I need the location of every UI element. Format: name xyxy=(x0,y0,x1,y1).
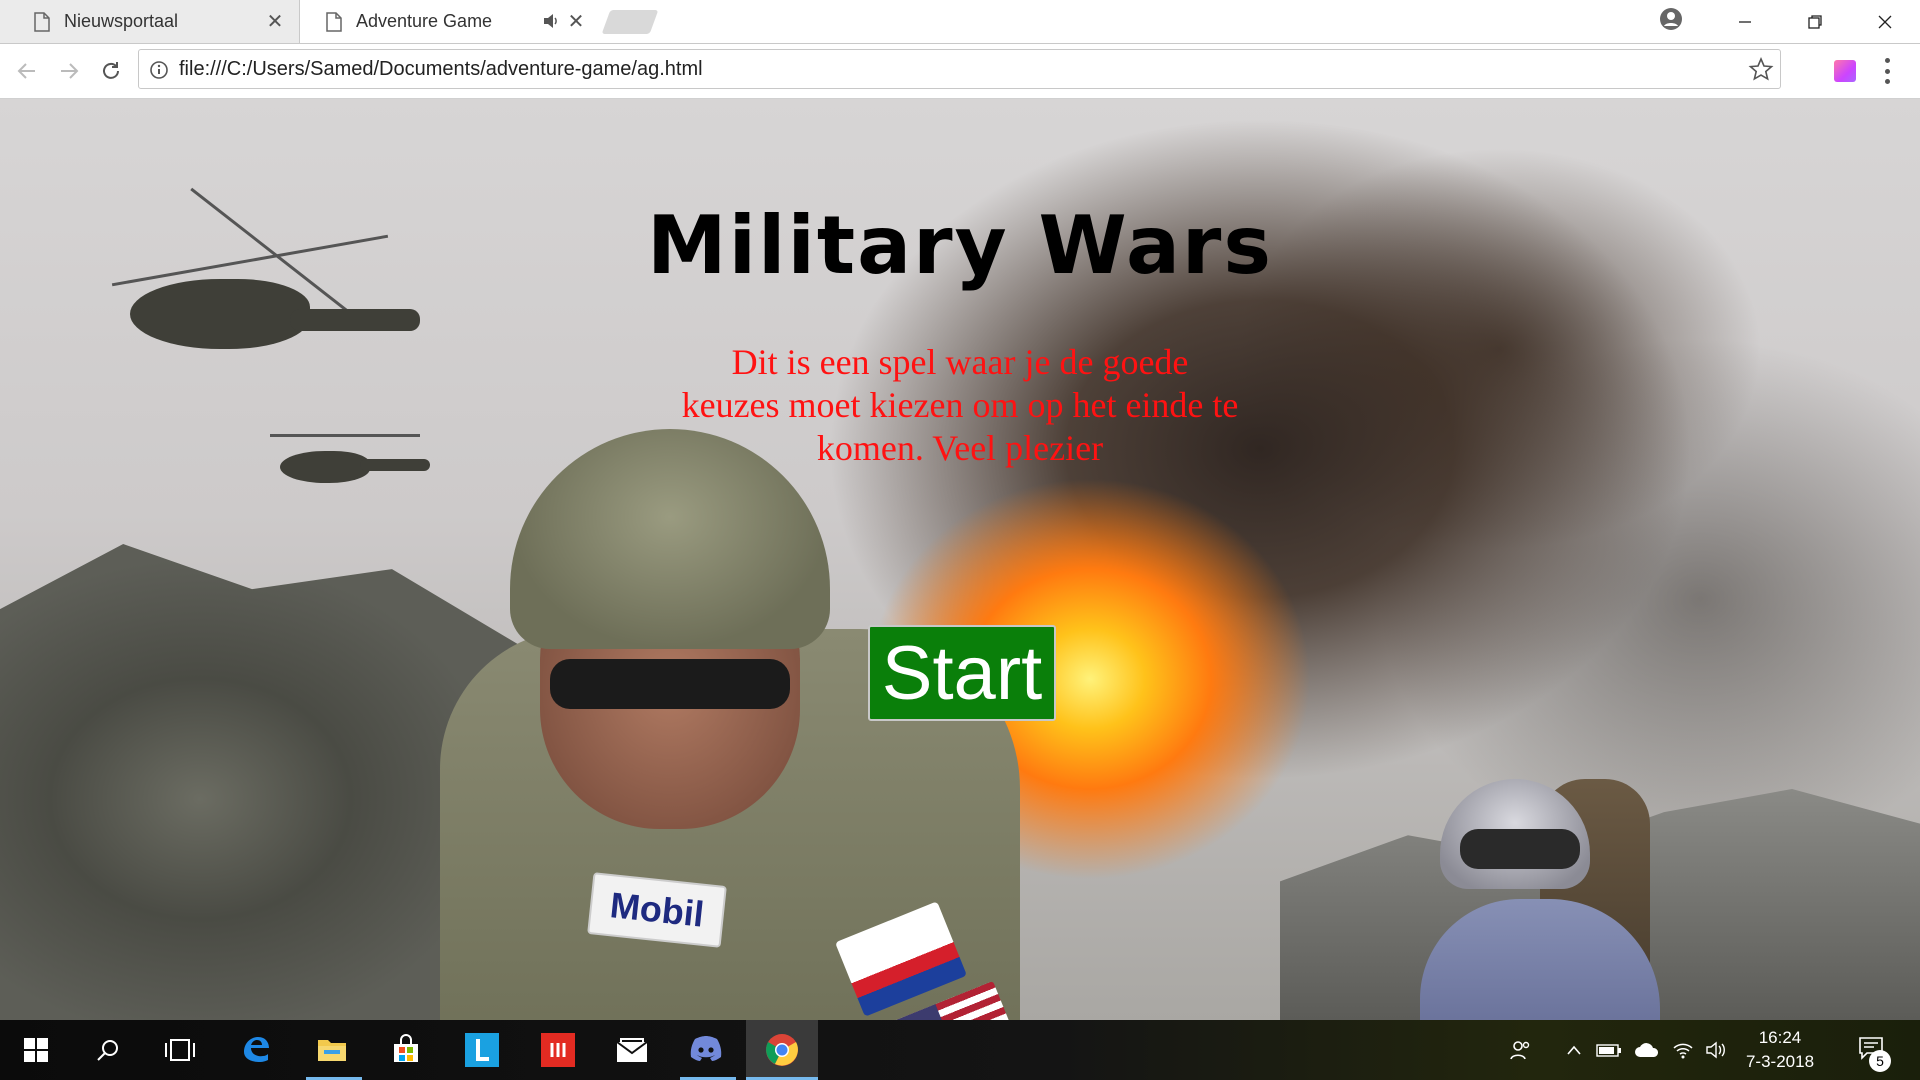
restore-button[interactable] xyxy=(1780,0,1850,43)
start-button[interactable]: Start xyxy=(868,625,1056,721)
file-explorer-icon[interactable] xyxy=(310,1028,354,1072)
windows-start-icon[interactable] xyxy=(14,1028,58,1072)
system-clock[interactable]: 16:24 7-3-2018 xyxy=(1730,1026,1830,1074)
forward-arrow-icon[interactable] xyxy=(56,58,82,84)
windows-taskbar: 16:24 7-3-2018 5 xyxy=(0,1020,1920,1080)
profile-icon[interactable] xyxy=(1658,6,1684,32)
info-icon[interactable] xyxy=(149,60,169,80)
bookmark-star-icon[interactable] xyxy=(1748,56,1774,82)
game-title: Military Wars xyxy=(647,199,1273,292)
back-arrow-icon[interactable] xyxy=(14,58,40,84)
l-app-icon[interactable] xyxy=(460,1028,504,1072)
clock-time: 16:24 xyxy=(1758,1028,1802,1047)
url-text: file:///C:/Users/Samed/Documents/adventu… xyxy=(179,58,703,80)
red-app-icon[interactable] xyxy=(536,1028,580,1072)
page-icon xyxy=(326,11,344,32)
minimize-button[interactable] xyxy=(1710,0,1780,43)
people-icon[interactable] xyxy=(1508,1038,1534,1062)
mail-icon[interactable] xyxy=(610,1028,654,1072)
volume-icon[interactable] xyxy=(1704,1038,1730,1062)
onedrive-cloud-icon[interactable] xyxy=(1634,1038,1660,1062)
reload-icon[interactable] xyxy=(98,58,124,84)
tab-strip: Nieuwsportaal ✕ Adventure Game ✕ xyxy=(0,0,1920,44)
browser-window: Nieuwsportaal ✕ Adventure Game ✕ file://… xyxy=(0,0,1920,1080)
tab-nieuwsportaal[interactable]: Nieuwsportaal ✕ xyxy=(0,0,300,43)
browser-toolbar: file:///C:/Users/Samed/Documents/adventu… xyxy=(0,44,1920,99)
new-tab-button[interactable] xyxy=(601,10,659,34)
close-tab-icon[interactable]: ✕ xyxy=(265,11,285,33)
extension-icon[interactable] xyxy=(1834,60,1856,82)
tab-adventure-game[interactable]: Adventure Game ✕ xyxy=(300,0,600,43)
search-icon[interactable] xyxy=(86,1028,130,1072)
close-window-button[interactable] xyxy=(1850,0,1920,43)
store-icon[interactable] xyxy=(384,1028,428,1072)
wifi-icon[interactable] xyxy=(1670,1038,1696,1062)
notification-count-badge: 5 xyxy=(1869,1050,1891,1072)
speaker-icon[interactable] xyxy=(542,12,560,30)
game-description: Dit is een spel waar je de goede keuzes … xyxy=(681,342,1239,468)
task-view-icon[interactable] xyxy=(158,1028,202,1072)
discord-icon[interactable] xyxy=(684,1028,728,1072)
address-bar[interactable]: file:///C:/Users/Samed/Documents/adventu… xyxy=(138,49,1781,89)
chevron-up-icon[interactable] xyxy=(1561,1038,1587,1062)
chrome-menu-icon[interactable] xyxy=(1882,58,1892,84)
tab-label: Nieuwsportaal xyxy=(64,11,179,31)
chrome-icon[interactable] xyxy=(760,1028,804,1072)
close-tab-icon[interactable]: ✕ xyxy=(566,11,586,33)
edge-icon[interactable] xyxy=(234,1028,278,1072)
battery-icon[interactable] xyxy=(1596,1038,1622,1062)
clock-date: 7-3-2018 xyxy=(1745,1052,1815,1071)
tab-label: Adventure Game xyxy=(356,11,493,31)
game-page: Mobil Military Wars Dit is een spel waar… xyxy=(0,99,1920,1020)
soldier-image xyxy=(1420,759,1680,1020)
page-icon xyxy=(34,11,52,32)
